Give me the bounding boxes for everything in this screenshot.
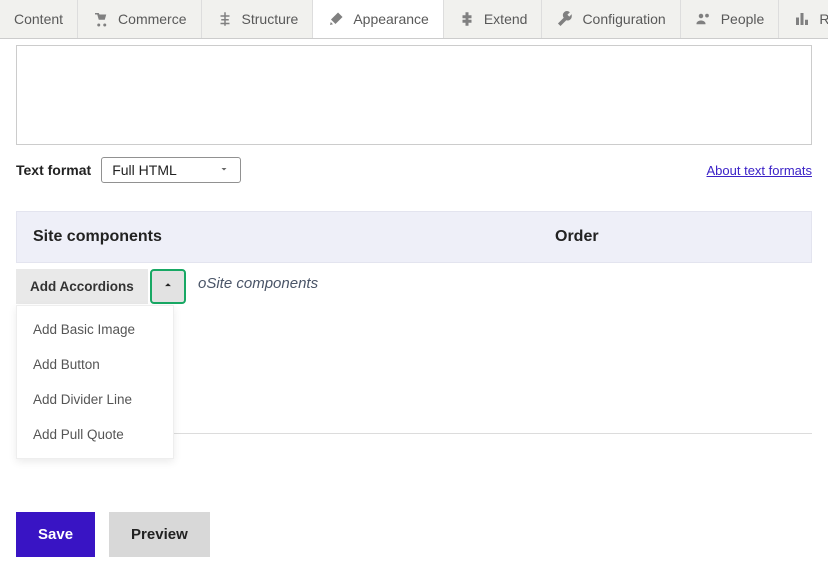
toolbar-item-people[interactable]: People [681,0,780,38]
text-format-row: Text format Full HTML About text formats [16,157,812,183]
chevron-up-icon [161,278,175,295]
toolbar-label: People [721,11,765,27]
toolbar-item-structure[interactable]: Structure [202,0,314,38]
site-components-heading: Site components [33,228,555,246]
admin-toolbar: Content Commerce Structure Appearance Ex… [0,0,828,39]
chevron-down-icon [218,162,230,178]
add-component-splitbutton: Add Accordions [16,269,186,304]
form-actions: Save Preview [16,512,812,557]
add-component-dropdown: Add Basic Image Add Button Add Divider L… [16,305,174,459]
site-components-row: Add Accordions oSite components Add Basi… [16,263,812,323]
structure-icon [216,10,234,28]
save-button[interactable]: Save [16,512,95,557]
toolbar-label: Content [14,11,63,27]
add-accordions-button[interactable]: Add Accordions [16,269,148,304]
toolbar-item-content[interactable]: Content [0,0,78,38]
page-body: Text format Full HTML About text formats… [0,45,828,587]
add-component-toggle[interactable] [150,269,186,304]
dropdown-item-basic-image[interactable]: Add Basic Image [17,312,173,347]
text-format-select[interactable]: Full HTML [101,157,241,183]
toolbar-item-extend[interactable]: Extend [444,0,543,38]
text-format-selected: Full HTML [112,162,177,178]
toolbar-item-reports[interactable]: Reports [779,0,828,38]
empty-placeholder-text: oSite components [198,275,318,292]
preview-button[interactable]: Preview [109,512,210,557]
body-editor[interactable] [16,45,812,145]
commerce-icon [92,10,110,28]
about-text-formats-link[interactable]: About text formats [707,163,813,178]
text-format-label: Text format [16,162,91,178]
toolbar-label: Commerce [118,11,186,27]
reports-icon [793,10,811,28]
dropdown-item-divider-line[interactable]: Add Divider Line [17,382,173,417]
toolbar-item-commerce[interactable]: Commerce [78,0,201,38]
toolbar-item-configuration[interactable]: Configuration [542,0,680,38]
appearance-icon [327,10,345,28]
toolbar-label: Reports [819,11,828,27]
toolbar-item-appearance[interactable]: Appearance [313,0,444,38]
configuration-icon [556,10,574,28]
toolbar-label: Extend [484,11,528,27]
site-components-header: Site components Order [16,211,812,263]
toolbar-label: Appearance [353,11,429,27]
dropdown-item-button[interactable]: Add Button [17,347,173,382]
extend-icon [458,10,476,28]
dropdown-item-pull-quote[interactable]: Add Pull Quote [17,417,173,452]
order-heading: Order [555,228,795,246]
toolbar-label: Structure [242,11,299,27]
people-icon [695,10,713,28]
toolbar-label: Configuration [582,11,665,27]
